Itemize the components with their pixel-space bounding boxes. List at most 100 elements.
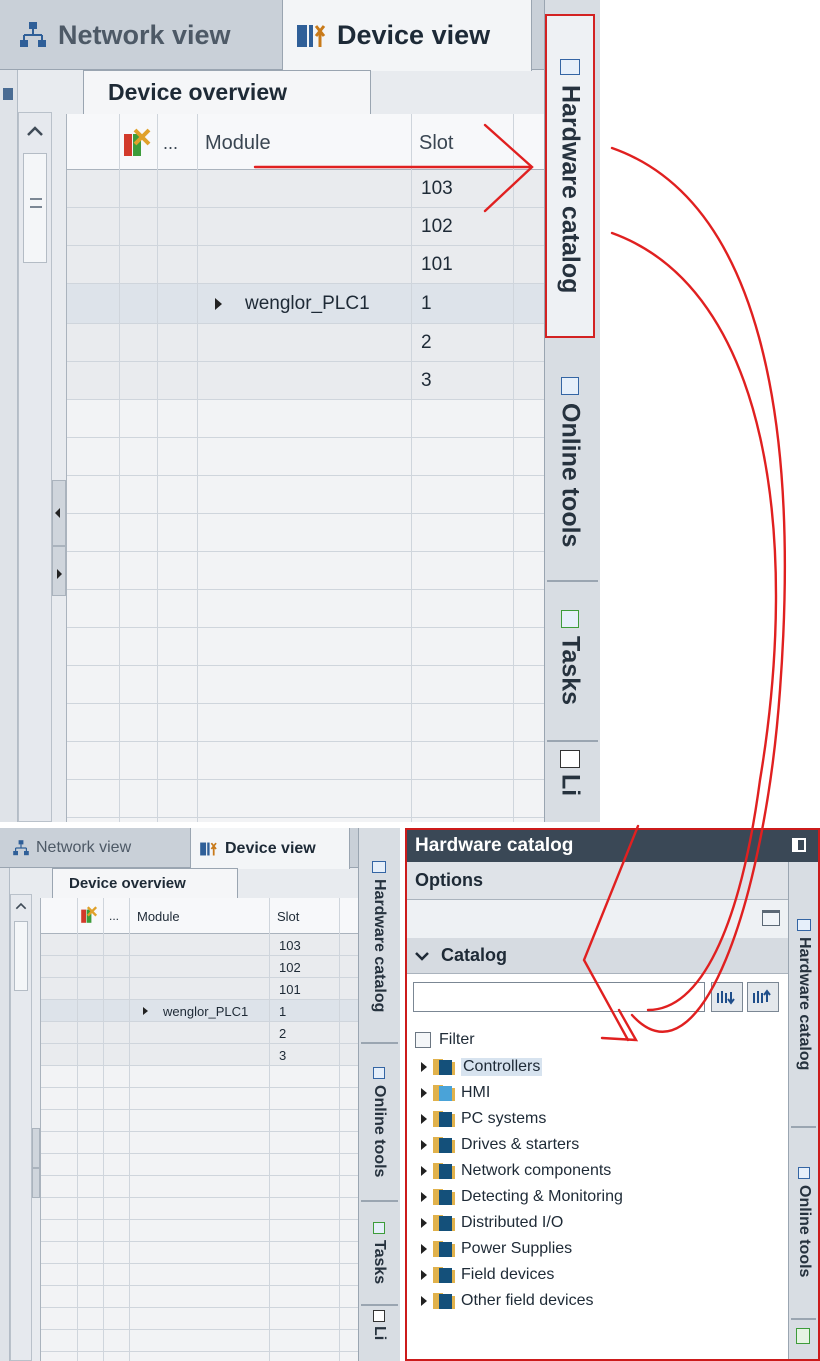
table-row[interactable]: 2 [41, 1022, 358, 1044]
scroll-up-button[interactable] [19, 113, 51, 149]
expand-arrow-icon[interactable] [421, 1166, 427, 1176]
splitter-right[interactable] [32, 1168, 40, 1198]
table-row[interactable]: 101 [41, 978, 358, 1000]
tab-device-overview[interactable]: Device overview [83, 70, 371, 114]
expand-arrow-icon[interactable] [421, 1218, 427, 1228]
scroll-thumb[interactable] [14, 921, 28, 991]
slot-cell: 3 [279, 1047, 287, 1063]
slot-column-header[interactable]: Slot [419, 128, 453, 158]
expand-arrow-icon[interactable] [421, 1114, 427, 1124]
catalog-tree-item-detecting-monitoring[interactable]: Detecting & Monitoring [421, 1185, 623, 1209]
catalog-tree-item-distributed-io[interactable]: Distributed I/O [421, 1211, 563, 1235]
expand-arrow-icon[interactable] [421, 1140, 427, 1150]
catalog-tree-item-hmi[interactable]: HMI [421, 1081, 490, 1105]
side-tab-libraries[interactable]: Li [361, 1310, 397, 1361]
ellipsis-column-header[interactable]: ... [163, 128, 178, 158]
catalog-tree-item-other-field-devices[interactable]: Other field devices [421, 1289, 594, 1313]
module-column-header[interactable]: Module [137, 906, 180, 926]
expand-arrow-icon[interactable] [215, 298, 222, 310]
pin-icon[interactable] [792, 838, 806, 852]
splitter-left[interactable] [32, 1128, 40, 1168]
table-row[interactable]: 2 [67, 324, 544, 362]
empty-row [67, 704, 544, 742]
task-card-sidebar: Hardware catalog Online tools Tasks Li [544, 0, 600, 822]
filter-checkbox[interactable] [415, 1032, 431, 1048]
expand-arrow-icon[interactable] [421, 1270, 427, 1280]
side-tab-hardware-catalog[interactable]: Hardware catalog [791, 870, 817, 1120]
tab-network-view[interactable]: Network view [12, 828, 131, 868]
side-tab-hardware-catalog[interactable]: Hardware catalog [545, 14, 595, 338]
tab-device-view-label: Device view [225, 839, 316, 857]
chevron-up-icon [27, 126, 43, 136]
grip-icon [30, 198, 42, 208]
side-tab-tasks[interactable]: Tasks [547, 588, 593, 728]
expand-arrow-icon[interactable] [421, 1192, 427, 1202]
diagnostics-header-icon [121, 128, 153, 158]
side-tab-libraries[interactable]: Li [547, 750, 593, 822]
tasks-icon[interactable] [796, 1328, 810, 1344]
tab-network-view[interactable]: Network view [18, 0, 231, 70]
empty-row [67, 628, 544, 666]
options-label: Options [415, 870, 483, 890]
search-down-button[interactable] [711, 982, 743, 1012]
table-row[interactable]: 101 [67, 246, 544, 284]
table-row[interactable]: 102 [41, 956, 358, 978]
expand-arrow-icon[interactable] [421, 1244, 427, 1254]
ellipsis-label: ... [163, 132, 179, 153]
vertical-scrollbar[interactable] [10, 894, 32, 1361]
catalog-tree-item-drives-starters[interactable]: Drives & starters [421, 1133, 579, 1157]
slot-cell: 2 [421, 332, 432, 353]
empty-row [41, 1088, 358, 1110]
side-tab-online-tools[interactable]: Online tools [361, 1048, 397, 1196]
module-header-label: Module [205, 131, 271, 154]
expand-arrow-icon[interactable] [421, 1062, 427, 1072]
module-column-header[interactable]: Module [205, 128, 271, 158]
expand-arrow-icon[interactable] [421, 1088, 427, 1098]
tab-device-overview[interactable]: Device overview [52, 868, 238, 898]
search-up-button[interactable] [747, 982, 779, 1012]
catalog-search-input[interactable] [413, 982, 705, 1012]
splitter-left[interactable] [52, 480, 66, 546]
filter-label: Filter [439, 1031, 475, 1048]
side-tab-tasks[interactable]: Tasks [361, 1206, 397, 1300]
table-row[interactable]: 3 [67, 362, 544, 400]
empty-row [67, 476, 544, 514]
options-panel-icon[interactable] [762, 910, 780, 926]
slot-column-header[interactable]: Slot [277, 906, 299, 926]
slot-cell: 1 [279, 1003, 287, 1019]
table-row-selected[interactable]: wenglor_PLC1 1 [67, 284, 544, 324]
tab-device-view[interactable]: Device view [190, 828, 350, 869]
table-row[interactable]: 103 [41, 934, 358, 956]
expand-arrow-icon[interactable] [421, 1296, 427, 1306]
table-row-selected[interactable]: wenglor_PLC1 1 [41, 1000, 358, 1022]
catalog-tree-item-power-supplies[interactable]: Power Supplies [421, 1237, 572, 1261]
catalog-tree-item-pc-systems[interactable]: PC systems [421, 1107, 546, 1131]
scroll-up-button[interactable] [11, 895, 31, 917]
view-tabs: Network view Device view [0, 828, 400, 869]
table-row[interactable]: 102 [67, 208, 544, 246]
options-section-header[interactable]: Options [407, 862, 788, 900]
hmi-folder-icon [433, 1085, 455, 1101]
side-tab-online-tools[interactable]: Online tools [791, 1132, 817, 1312]
empty-row [41, 1330, 358, 1352]
tab-network-view-label: Network view [36, 839, 132, 856]
scroll-thumb[interactable] [23, 153, 47, 263]
table-row[interactable]: 103 [67, 170, 544, 208]
catalog-tree-item-network-components[interactable]: Network components [421, 1159, 611, 1183]
expand-arrow-icon[interactable] [143, 1007, 148, 1015]
tab-device-view[interactable]: Device view [282, 0, 532, 71]
empty-row [41, 1264, 358, 1286]
catalog-section-header[interactable]: Catalog [407, 938, 788, 974]
ellipsis-column-header[interactable]: ... [109, 906, 119, 926]
catalog-title-bar: Hardware catalog [407, 830, 788, 862]
splitter-right[interactable] [52, 546, 66, 596]
vertical-scrollbar[interactable] [18, 112, 52, 822]
slot-cell: 101 [421, 254, 453, 275]
tree-item-label: Controllers [461, 1058, 543, 1076]
catalog-tree-item-controllers[interactable]: Controllers [421, 1055, 543, 1079]
catalog-tree-item-field-devices[interactable]: Field devices [421, 1263, 554, 1287]
tree-item-label: Network components [461, 1162, 612, 1179]
table-row[interactable]: 3 [41, 1044, 358, 1066]
side-tab-hardware-catalog[interactable]: Hardware catalog [361, 834, 397, 1040]
side-tab-online-tools[interactable]: Online tools [547, 346, 593, 578]
